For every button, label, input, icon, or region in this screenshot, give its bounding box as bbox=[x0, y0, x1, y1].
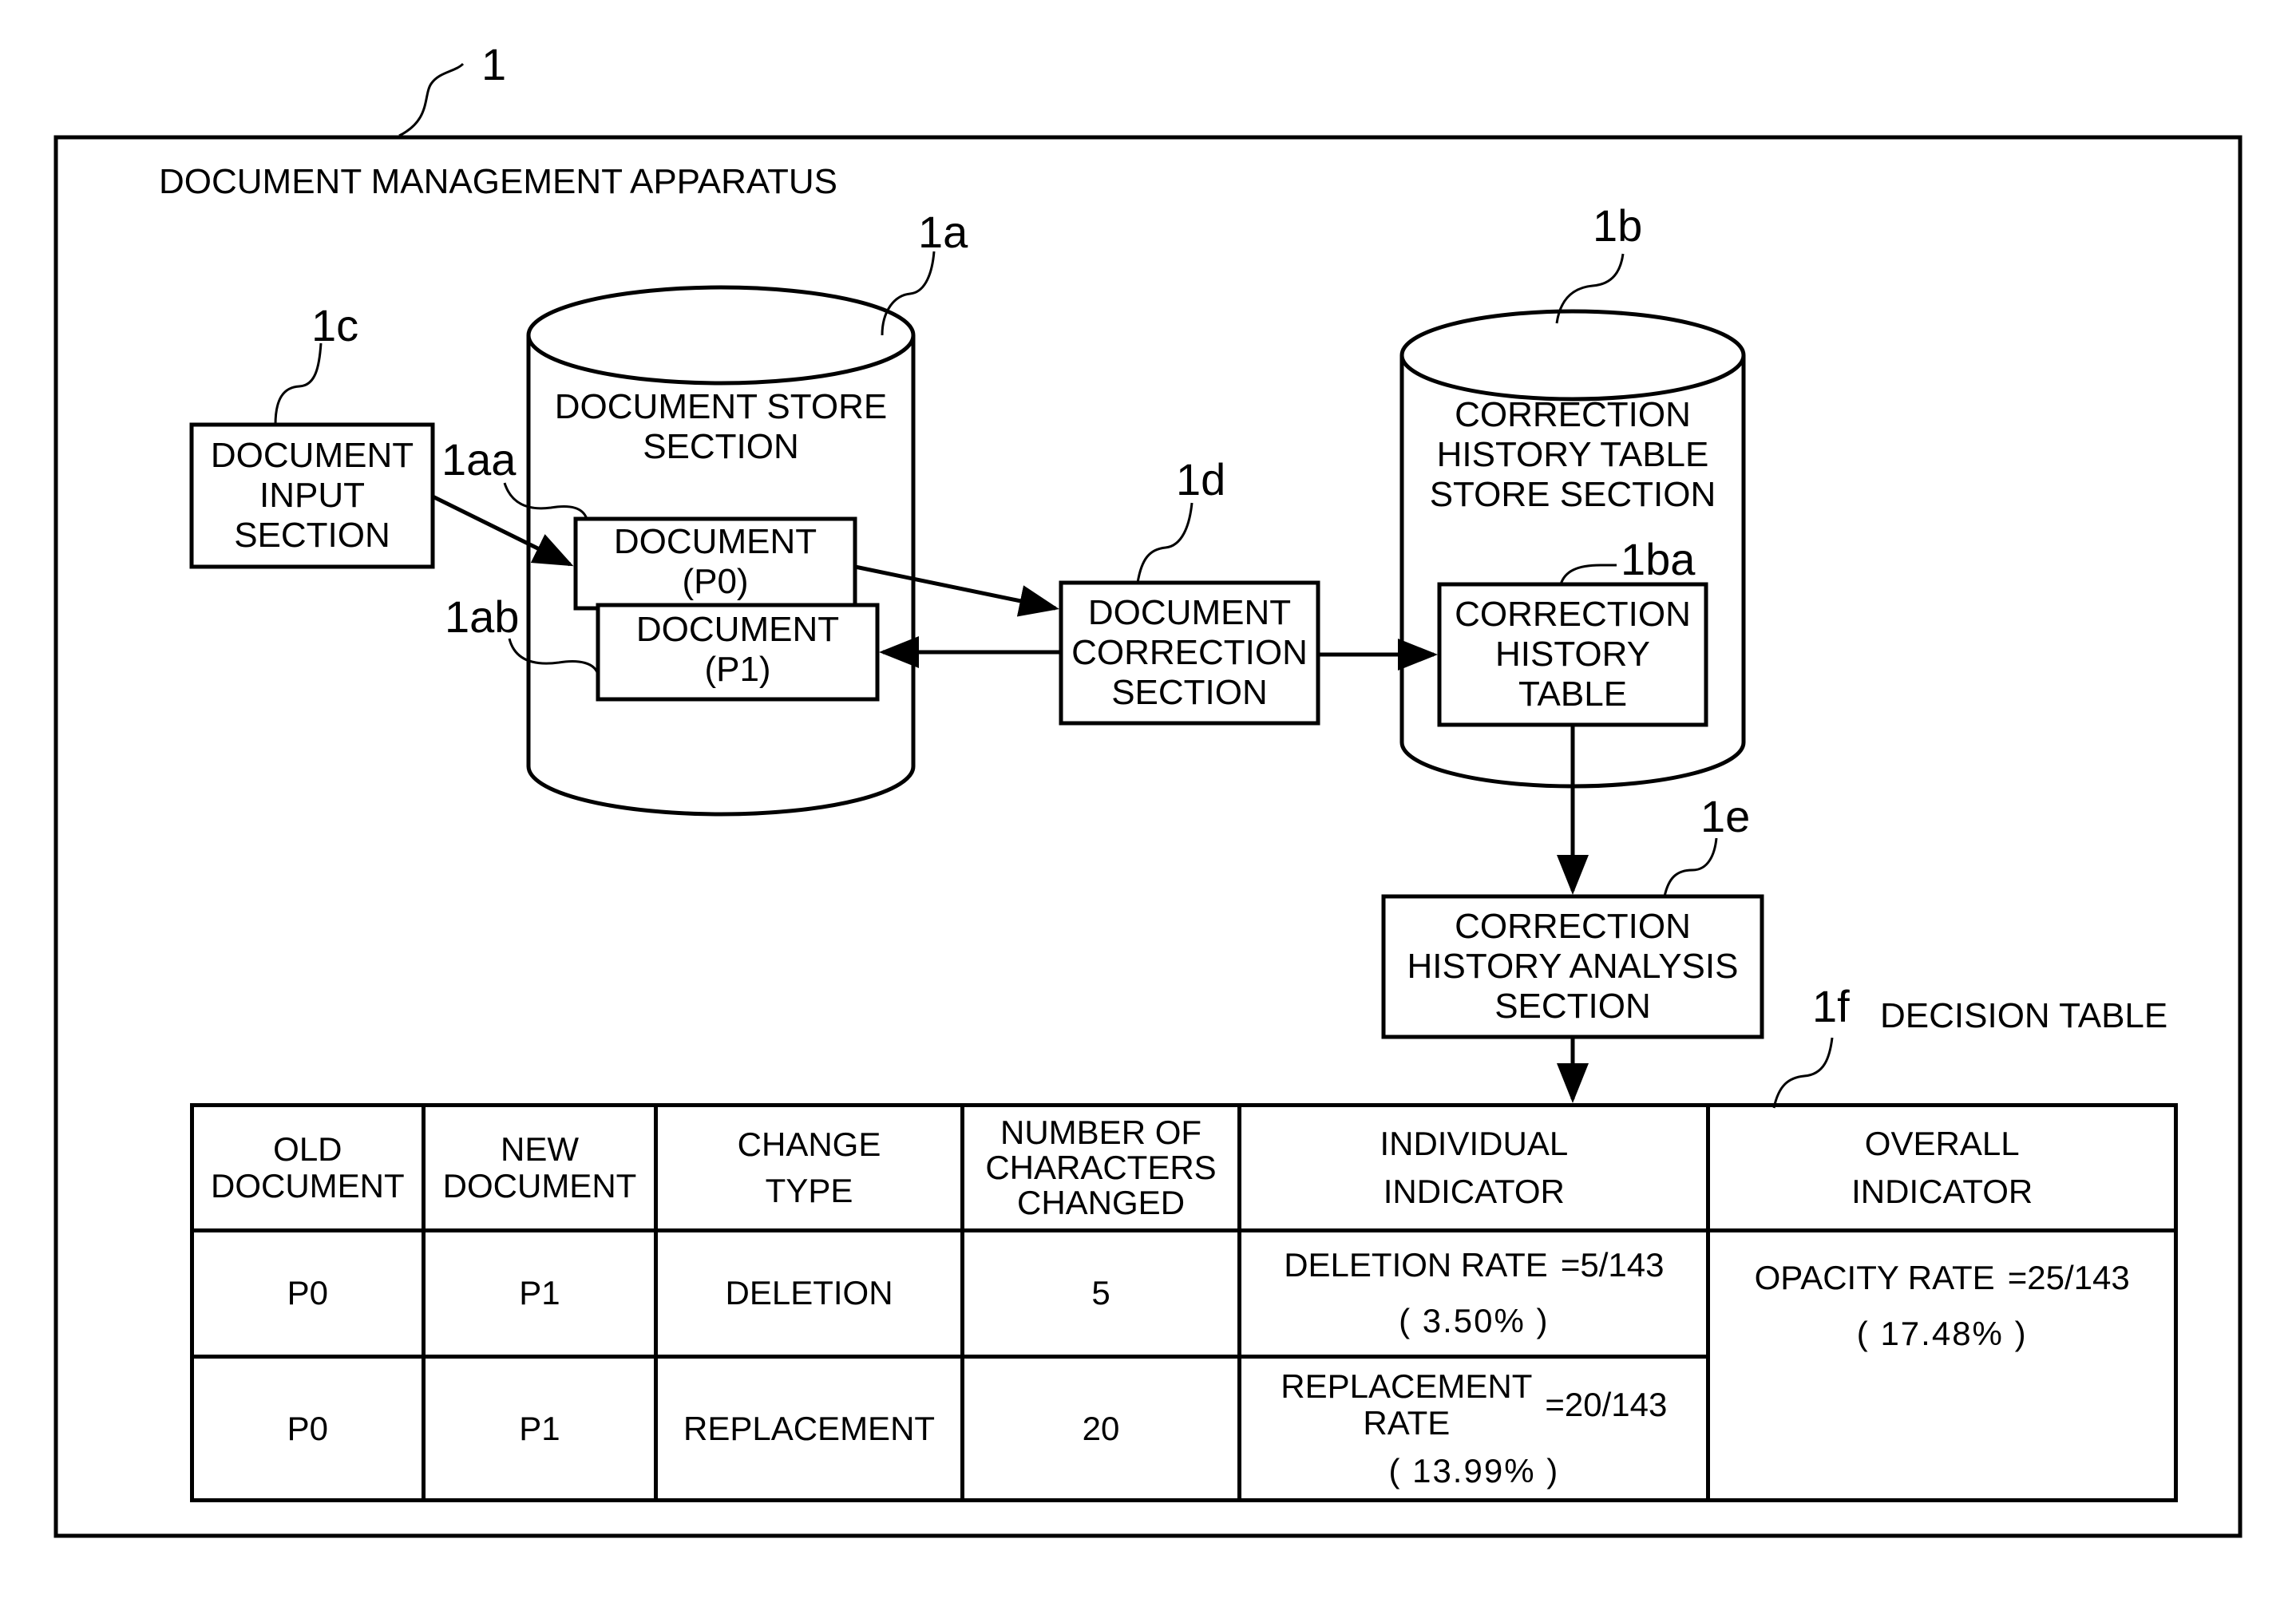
document-input-line: INPUT bbox=[259, 476, 365, 515]
header-overall-indicator: OVERALL INDICATOR bbox=[1706, 1103, 2178, 1232]
document-store-line: DOCUMENT STORE bbox=[554, 387, 888, 426]
header-line: NEW bbox=[500, 1129, 579, 1168]
individual-rate-name: REPLACEMENT RATE bbox=[1281, 1367, 1533, 1442]
document-p0-line: (P0) bbox=[682, 562, 749, 601]
ref-1: 1 bbox=[481, 39, 507, 89]
overall-rate-name: OPACITY RATE bbox=[1754, 1258, 1995, 1296]
cell-new-document: P1 bbox=[421, 1355, 659, 1502]
correction-history-table-line: TABLE bbox=[1518, 675, 1628, 714]
document-p1-line: DOCUMENT bbox=[635, 610, 840, 649]
document-p1-label: DOCUMENT (P1) bbox=[598, 605, 877, 694]
table-header-row: OLD DOCUMENT NEW DOCUMENT CHANGE TYPE NU… bbox=[190, 1103, 2178, 1232]
individual-rate-fraction: =5/143 bbox=[1560, 1246, 1665, 1284]
individual-rate-name: DELETION RATE bbox=[1284, 1246, 1548, 1284]
cell-new-document: P1 bbox=[421, 1228, 659, 1359]
document-store-line: SECTION bbox=[643, 427, 799, 466]
individual-rate-fraction: =20/143 bbox=[1545, 1385, 1668, 1423]
leader-1d bbox=[1136, 502, 1194, 584]
ref-1b: 1b bbox=[1593, 200, 1643, 251]
ref-1d: 1d bbox=[1176, 454, 1226, 504]
ref-1aa: 1aa bbox=[441, 434, 517, 485]
header-old-document: OLD DOCUMENT bbox=[190, 1103, 426, 1232]
cell-old-document: P0 bbox=[190, 1228, 426, 1359]
correction-history-store-line: HISTORY TABLE bbox=[1436, 435, 1709, 474]
ref-1e: 1e bbox=[1700, 791, 1751, 841]
ref-1a: 1a bbox=[918, 207, 968, 257]
cell-old-document: P0 bbox=[190, 1355, 426, 1502]
correction-history-store-label: CORRECTION HISTORY TABLE STORE SECTION bbox=[1402, 391, 1744, 519]
document-store-label: DOCUMENT STORE SECTION bbox=[528, 383, 913, 471]
document-input-label: DOCUMENT INPUT SECTION bbox=[192, 425, 433, 567]
correction-history-analysis-line: HISTORY ANALYSIS bbox=[1407, 947, 1739, 986]
table-row: P0 P1 DELETION 5 DELETION RATE =5/143 ( … bbox=[190, 1228, 2178, 1503]
header-line: INDICATOR bbox=[1383, 1172, 1565, 1210]
header-line: DOCUMENT bbox=[442, 1166, 637, 1205]
individual-rate-name-line: REPLACEMENT bbox=[1281, 1367, 1533, 1405]
leader-1f bbox=[1772, 1037, 1834, 1109]
decision-table: OLD DOCUMENT NEW DOCUMENT CHANGE TYPE NU… bbox=[190, 1103, 2178, 1503]
correction-history-table-line: HISTORY bbox=[1495, 635, 1650, 674]
header-line: DOCUMENT bbox=[211, 1166, 405, 1205]
header-line: TYPE bbox=[765, 1171, 853, 1209]
header-line: CHANGE bbox=[737, 1125, 881, 1163]
header-line: CHANGED bbox=[1017, 1183, 1186, 1221]
cell-change-type: DELETION bbox=[654, 1228, 964, 1359]
cell-individual-indicator: REPLACEMENT RATE =20/143 ( 13.99% ) bbox=[1237, 1355, 1711, 1502]
document-p1-line: (P1) bbox=[704, 650, 771, 689]
ref-1c: 1c bbox=[311, 300, 359, 350]
document-correction-line: SECTION bbox=[1111, 673, 1268, 712]
correction-history-analysis-label: CORRECTION HISTORY ANALYSIS SECTION bbox=[1384, 896, 1762, 1037]
header-change-type: CHANGE TYPE bbox=[654, 1103, 964, 1232]
cell-chars-changed: 20 bbox=[960, 1355, 1242, 1502]
correction-history-store-line: CORRECTION bbox=[1455, 395, 1691, 434]
header-number-of-characters-changed: NUMBER OF CHARACTERS CHANGED bbox=[960, 1103, 1242, 1232]
apparatus-title: DOCUMENT MANAGEMENT APPARATUS bbox=[159, 162, 837, 201]
individual-rate-line: REPLACEMENT RATE =20/143 bbox=[1246, 1367, 1701, 1442]
correction-history-table-line: CORRECTION bbox=[1455, 595, 1691, 634]
individual-rate-name-line: RATE bbox=[1363, 1403, 1451, 1442]
cell-chars-changed: 5 bbox=[960, 1228, 1242, 1359]
document-input-line: DOCUMENT bbox=[210, 436, 414, 475]
overall-rate-percent: ( 17.48% ) bbox=[1856, 1314, 2028, 1352]
ref-1ba: 1ba bbox=[1621, 534, 1696, 584]
header-line: OLD bbox=[273, 1129, 342, 1168]
ref-1f: 1f bbox=[1812, 981, 1850, 1031]
header-line: CHARACTERS bbox=[985, 1148, 1217, 1186]
overall-rate-fraction: =25/143 bbox=[2007, 1258, 2130, 1296]
correction-history-table-label: CORRECTION HISTORY TABLE bbox=[1439, 584, 1706, 725]
header-line: OVERALL bbox=[1864, 1124, 2020, 1162]
individual-rate-line: DELETION RATE =5/143 bbox=[1246, 1237, 1701, 1293]
header-line: INDICATOR bbox=[1851, 1172, 2033, 1210]
document-correction-line: CORRECTION bbox=[1071, 633, 1308, 672]
header-line: NUMBER OF bbox=[1000, 1113, 1202, 1151]
cell-change-type: REPLACEMENT bbox=[654, 1355, 964, 1502]
document-p0-label: DOCUMENT (P0) bbox=[576, 519, 855, 605]
document-p0-line: DOCUMENT bbox=[613, 522, 817, 561]
header-line: INDIVIDUAL bbox=[1380, 1124, 1569, 1162]
document-correction-line: DOCUMENT bbox=[1087, 593, 1292, 632]
leader-1e bbox=[1663, 837, 1718, 897]
individual-rate-percent: ( 13.99% ) bbox=[1388, 1451, 1560, 1489]
cell-individual-indicator: DELETION RATE =5/143 ( 3.50% ) bbox=[1237, 1228, 1711, 1359]
header-new-document: NEW DOCUMENT bbox=[421, 1103, 659, 1232]
correction-history-analysis-line: CORRECTION bbox=[1455, 907, 1691, 946]
cell-overall-indicator: OPACITY RATE =25/143 ( 17.48% ) bbox=[1706, 1228, 2178, 1503]
correction-history-analysis-line: SECTION bbox=[1494, 987, 1651, 1026]
header-individual-indicator: INDIVIDUAL INDICATOR bbox=[1237, 1103, 1711, 1232]
leader-1 bbox=[398, 62, 465, 137]
leader-1c bbox=[274, 342, 323, 425]
decision-table-label: DECISION TABLE bbox=[1880, 996, 2168, 1035]
ref-1ab: 1ab bbox=[445, 591, 520, 642]
individual-rate-percent: ( 3.50% ) bbox=[1399, 1302, 1550, 1340]
correction-history-store-line: STORE SECTION bbox=[1429, 475, 1716, 514]
document-correction-label: DOCUMENT CORRECTION SECTION bbox=[1061, 583, 1318, 723]
document-input-line: SECTION bbox=[234, 516, 390, 555]
overall-rate-line: OPACITY RATE =25/143 bbox=[1715, 1250, 2169, 1306]
